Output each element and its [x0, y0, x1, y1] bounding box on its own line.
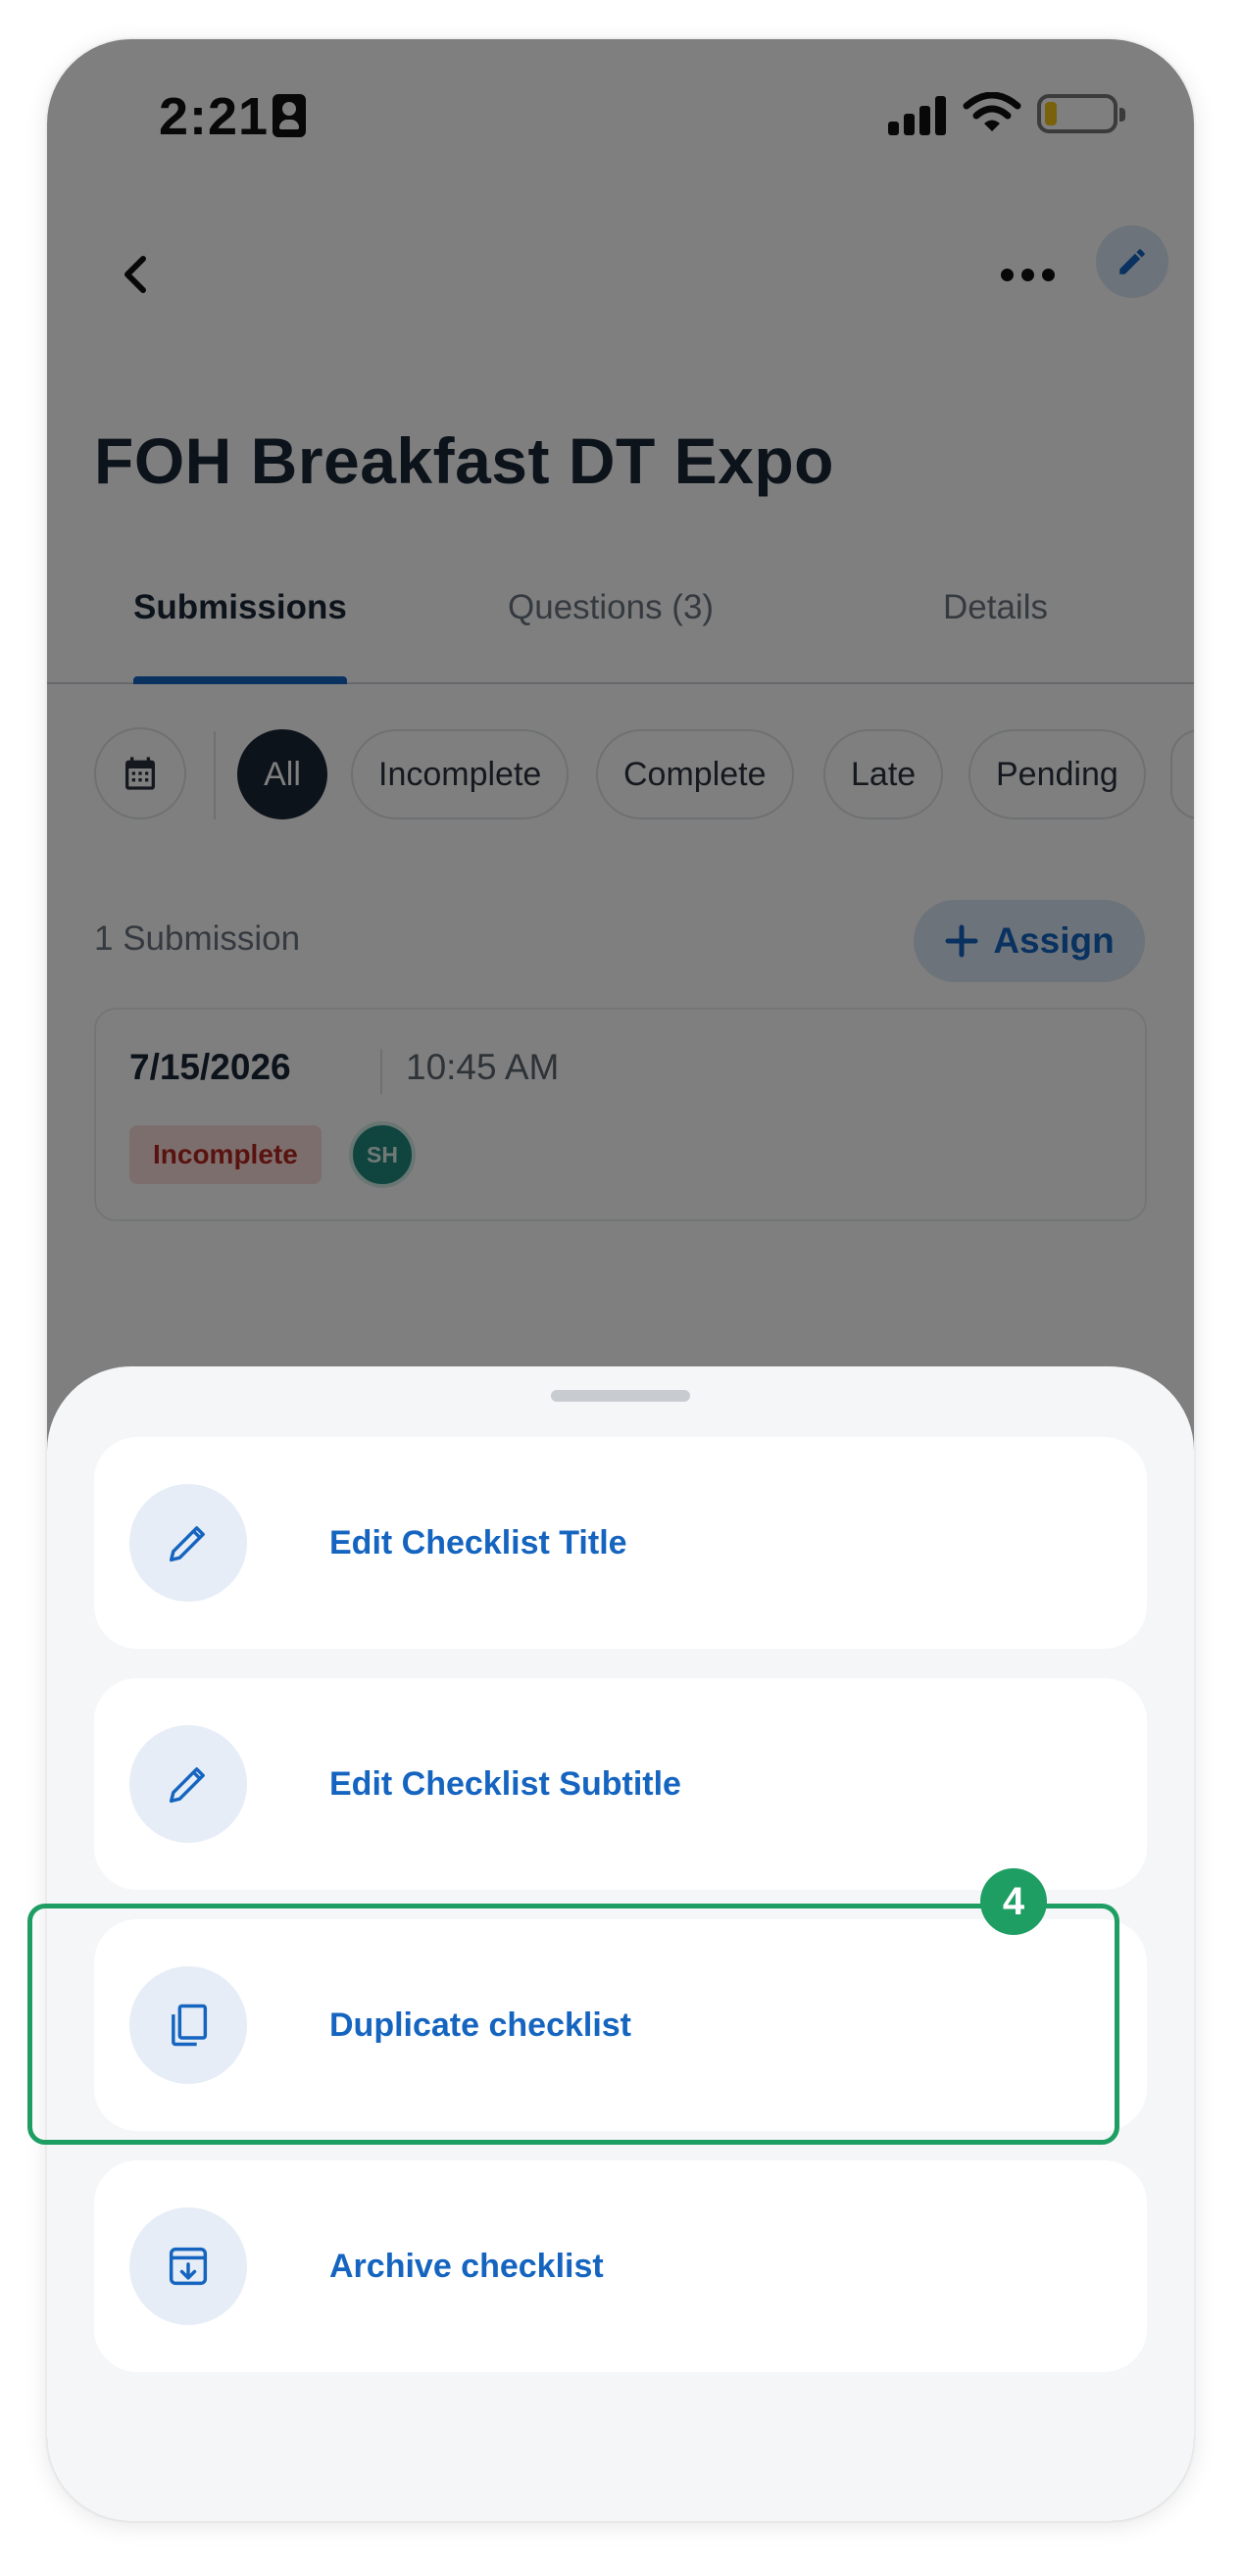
- step-number-badge: 4: [980, 1868, 1047, 1935]
- pencil-icon: [129, 1725, 247, 1843]
- archive-checklist-label: Archive checklist: [329, 2247, 604, 2285]
- action-bottom-sheet: Edit Checklist Title Edit Checklist Subt…: [47, 1366, 1194, 2521]
- edit-subtitle-option[interactable]: Edit Checklist Subtitle: [94, 1678, 1147, 1890]
- copy-icon: [129, 1966, 247, 2084]
- checklist-screen: 2:21 FOH Breakfast DT Expo Submissions Q…: [47, 39, 1194, 2521]
- phone-frame: 2:21 FOH Breakfast DT Expo Submissions Q…: [47, 39, 1194, 2521]
- archive-icon: [129, 2207, 247, 2325]
- duplicate-checklist-option[interactable]: Duplicate checklist: [94, 1919, 1147, 2131]
- sheet-drag-handle[interactable]: [551, 1390, 690, 1402]
- edit-subtitle-label: Edit Checklist Subtitle: [329, 1764, 681, 1803]
- edit-title-label: Edit Checklist Title: [329, 1523, 627, 1561]
- archive-checklist-option[interactable]: Archive checklist: [94, 2160, 1147, 2372]
- pencil-icon: [129, 1484, 247, 1602]
- duplicate-checklist-label: Duplicate checklist: [329, 2006, 632, 2044]
- edit-title-option[interactable]: Edit Checklist Title: [94, 1437, 1147, 1649]
